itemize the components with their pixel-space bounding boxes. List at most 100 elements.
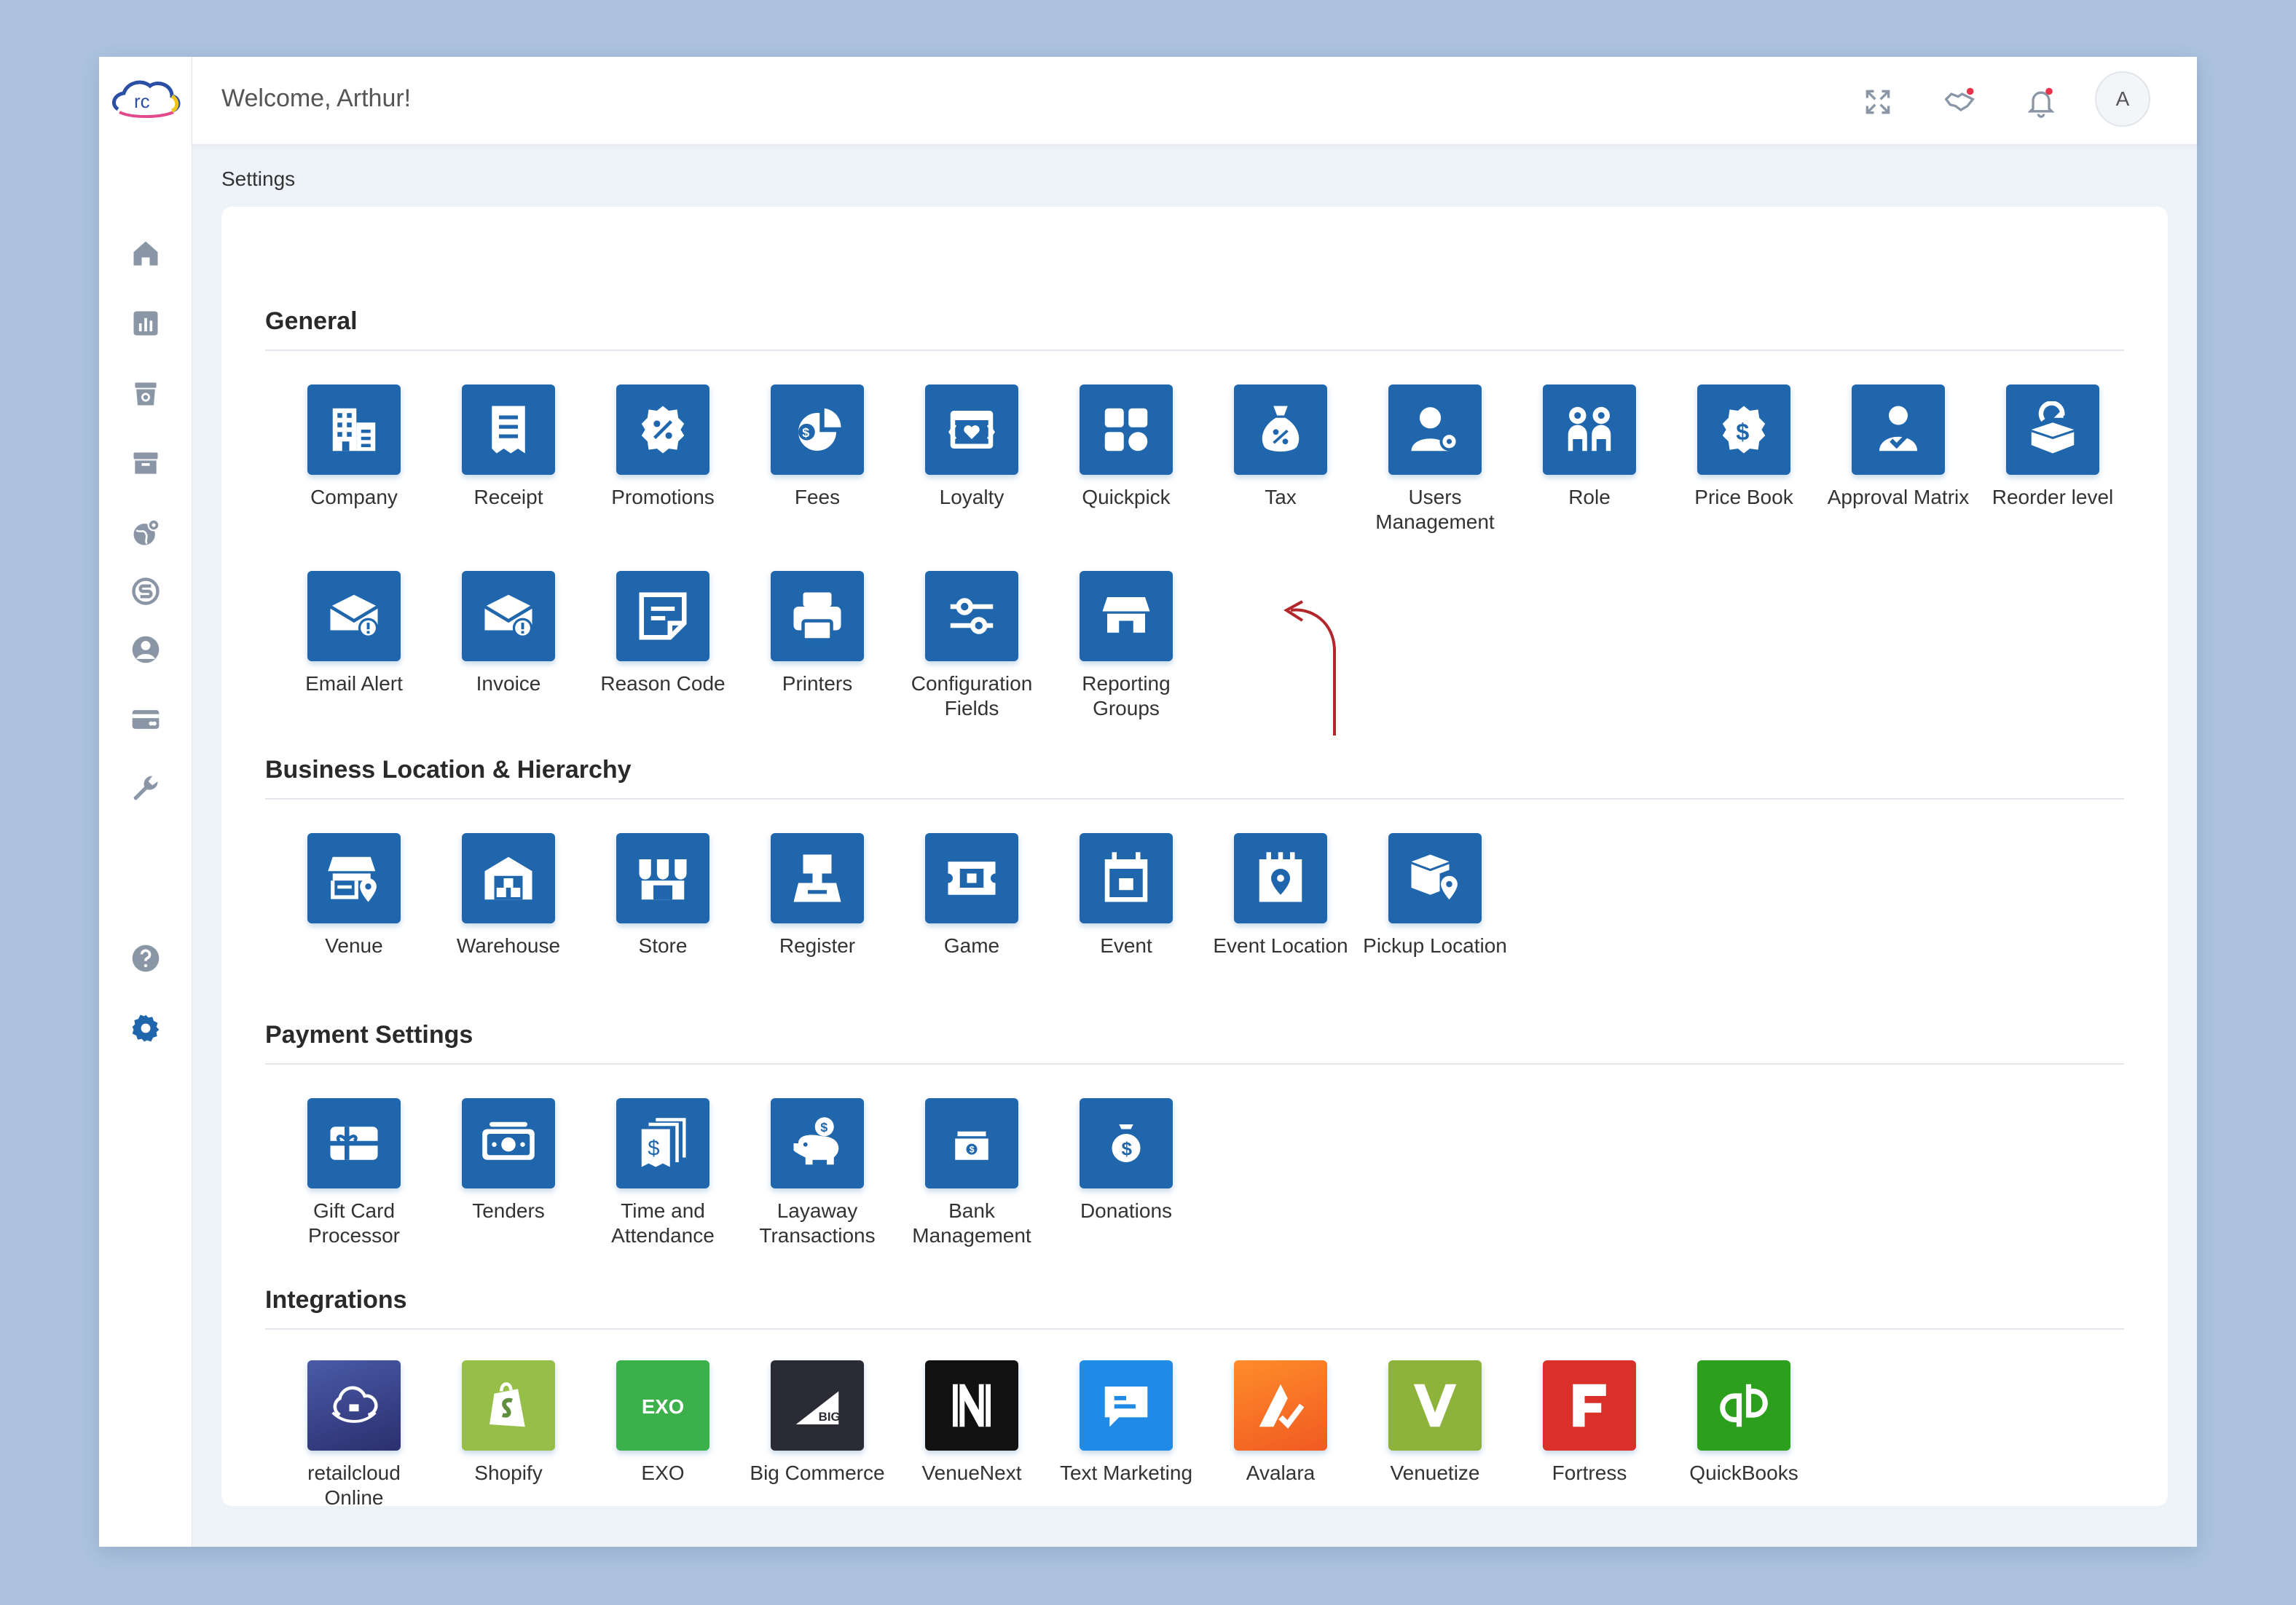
tile-store[interactable]: Store — [586, 833, 740, 958]
warehouse-icon — [462, 833, 555, 923]
nav-help-icon[interactable] — [128, 941, 163, 976]
tile-company[interactable]: Company — [277, 385, 431, 510]
game-icon — [925, 833, 1018, 923]
sidebar: rc — [99, 57, 192, 1547]
tile-label: Email Alert — [305, 672, 403, 695]
tile-label: Event — [1100, 934, 1152, 957]
tile-event[interactable]: Event — [1049, 833, 1203, 958]
calendar-icon — [1080, 833, 1173, 923]
tile-label: Printers — [782, 672, 853, 695]
nav-settings-icon[interactable] — [128, 1011, 163, 1046]
tile-reason-code[interactable]: Reason Code — [586, 571, 740, 696]
invoice-alert-icon — [462, 571, 555, 661]
promotions-icon — [616, 385, 709, 475]
user-avatar[interactable]: A — [2095, 71, 2150, 127]
tile-game[interactable]: Game — [895, 833, 1049, 958]
tile-gift-card-processor[interactable]: Gift Card Processor — [277, 1098, 431, 1248]
tile-label: QuickBooks — [1689, 1462, 1798, 1484]
venue-icon — [307, 833, 401, 923]
tile-venuenext[interactable]: VenueNext — [895, 1360, 1049, 1486]
tile-tenders[interactable]: Tenders — [431, 1098, 586, 1223]
tile-layaway-transactions[interactable]: $ Layaway Transactions — [740, 1098, 895, 1248]
tile-quickbooks[interactable]: QuickBooks — [1667, 1360, 1821, 1486]
tile-configuration-fields[interactable]: Configuration Fields — [895, 571, 1049, 721]
tile-exo[interactable]: EXO EXO — [586, 1360, 740, 1486]
company-icon — [307, 385, 401, 475]
tile-register[interactable]: Register — [740, 833, 895, 958]
tile-venuetize[interactable]: Venuetize — [1358, 1360, 1512, 1486]
tile-price-book[interactable]: $ Price Book — [1667, 385, 1821, 510]
section-divider — [265, 1063, 2124, 1065]
nav-wrench-icon[interactable] — [128, 772, 163, 807]
tile-event-location[interactable]: Event Location — [1203, 833, 1358, 958]
svg-text:$: $ — [802, 425, 809, 440]
tile-text-marketing[interactable]: Text Marketing — [1049, 1360, 1203, 1486]
tile-fortress[interactable]: Fortress — [1512, 1360, 1667, 1486]
nav-s-brand-icon[interactable] — [128, 574, 163, 609]
tile-label: Text Marketing — [1059, 1462, 1193, 1484]
nav-card-icon[interactable] — [128, 702, 163, 737]
tile-label: VenueNext — [921, 1462, 1022, 1484]
tile-label: Price Book — [1694, 486, 1793, 508]
role-icon — [1543, 385, 1636, 475]
tile-avalara[interactable]: Avalara — [1203, 1360, 1358, 1486]
tile-receipt[interactable]: Receipt — [431, 385, 586, 510]
tile-users-management[interactable]: Users Management — [1358, 385, 1512, 535]
svg-text:rc: rc — [134, 90, 150, 112]
tile-email-alert[interactable]: Email Alert — [277, 571, 431, 696]
tile-tax[interactable]: Tax — [1203, 385, 1358, 510]
annotation-arrow — [1283, 600, 1336, 736]
storefront-icon — [1080, 571, 1173, 661]
tile-venue[interactable]: Venue — [277, 833, 431, 958]
tile-label: retailcloud Online — [307, 1462, 401, 1509]
expand-icon[interactable] — [1857, 82, 1898, 122]
tile-role[interactable]: Role — [1512, 385, 1667, 510]
tile-label: Time and Attendance — [611, 1199, 715, 1247]
tile-pickup-location[interactable]: Pickup Location — [1358, 833, 1512, 958]
tile-retailcloud-online[interactable]: retailcloud Online — [277, 1360, 431, 1510]
fortress-logo-icon — [1543, 1360, 1636, 1451]
tile-big-commerce[interactable]: BIG Big Commerce — [740, 1360, 895, 1486]
section-title-integrations: Integrations — [265, 1286, 407, 1314]
tile-approval-matrix[interactable]: Approval Matrix — [1821, 385, 1975, 510]
tile-label: Store — [638, 934, 688, 957]
tile-fees[interactable]: $ Fees — [740, 385, 895, 510]
bell-icon[interactable] — [2021, 82, 2061, 122]
handshake-icon[interactable] — [1939, 82, 1980, 122]
tile-label: EXO — [641, 1462, 685, 1484]
tile-donations[interactable]: $ Donations — [1049, 1098, 1203, 1223]
tile-quickpick[interactable]: Quickpick — [1049, 385, 1203, 510]
svg-text:$: $ — [970, 1145, 975, 1155]
nav-reports-icon[interactable] — [128, 306, 163, 341]
tile-printers[interactable]: Printers — [740, 571, 895, 696]
tile-invoice[interactable]: Invoice — [431, 571, 586, 696]
tile-warehouse[interactable]: Warehouse — [431, 833, 586, 958]
tile-reporting-groups[interactable]: Reporting Groups — [1049, 571, 1203, 721]
chat-bubble-icon — [1080, 1360, 1173, 1451]
nav-inventory-icon[interactable] — [128, 376, 163, 411]
retailcloud-logo[interactable]: rc — [109, 76, 182, 124]
nav-user-circle-icon[interactable] — [128, 632, 163, 667]
tile-bank-management[interactable]: $ Bank Management — [895, 1098, 1049, 1248]
bills-stack-icon: $ — [616, 1098, 709, 1188]
tile-label: Reason Code — [600, 672, 726, 695]
tile-label: Big Commerce — [750, 1462, 885, 1484]
tile-loyalty[interactable]: Loyalty — [895, 385, 1049, 510]
tile-time-and-attendance[interactable]: $ Time and Attendance — [586, 1098, 740, 1248]
section-divider — [265, 798, 2124, 800]
nav-home-icon[interactable] — [128, 236, 163, 271]
retailcloud-online-logo-icon — [307, 1360, 401, 1451]
welcome-message: Welcome, Arthur! — [221, 84, 412, 112]
tile-promotions[interactable]: Promotions — [586, 385, 740, 510]
nav-globe-location-icon[interactable] — [128, 516, 163, 551]
quickpick-icon — [1080, 385, 1173, 475]
tile-label: Shopify — [474, 1462, 543, 1484]
tile-label: Invoice — [476, 672, 541, 695]
printer-icon — [771, 571, 864, 661]
tile-shopify[interactable]: Shopify — [431, 1360, 586, 1486]
tile-label: Event Location — [1213, 934, 1348, 957]
avalara-logo-icon — [1234, 1360, 1327, 1451]
nav-archive-icon[interactable] — [128, 446, 163, 481]
tile-reorder-level[interactable]: Reorder level — [1975, 385, 2130, 510]
svg-text:$: $ — [648, 1137, 659, 1160]
